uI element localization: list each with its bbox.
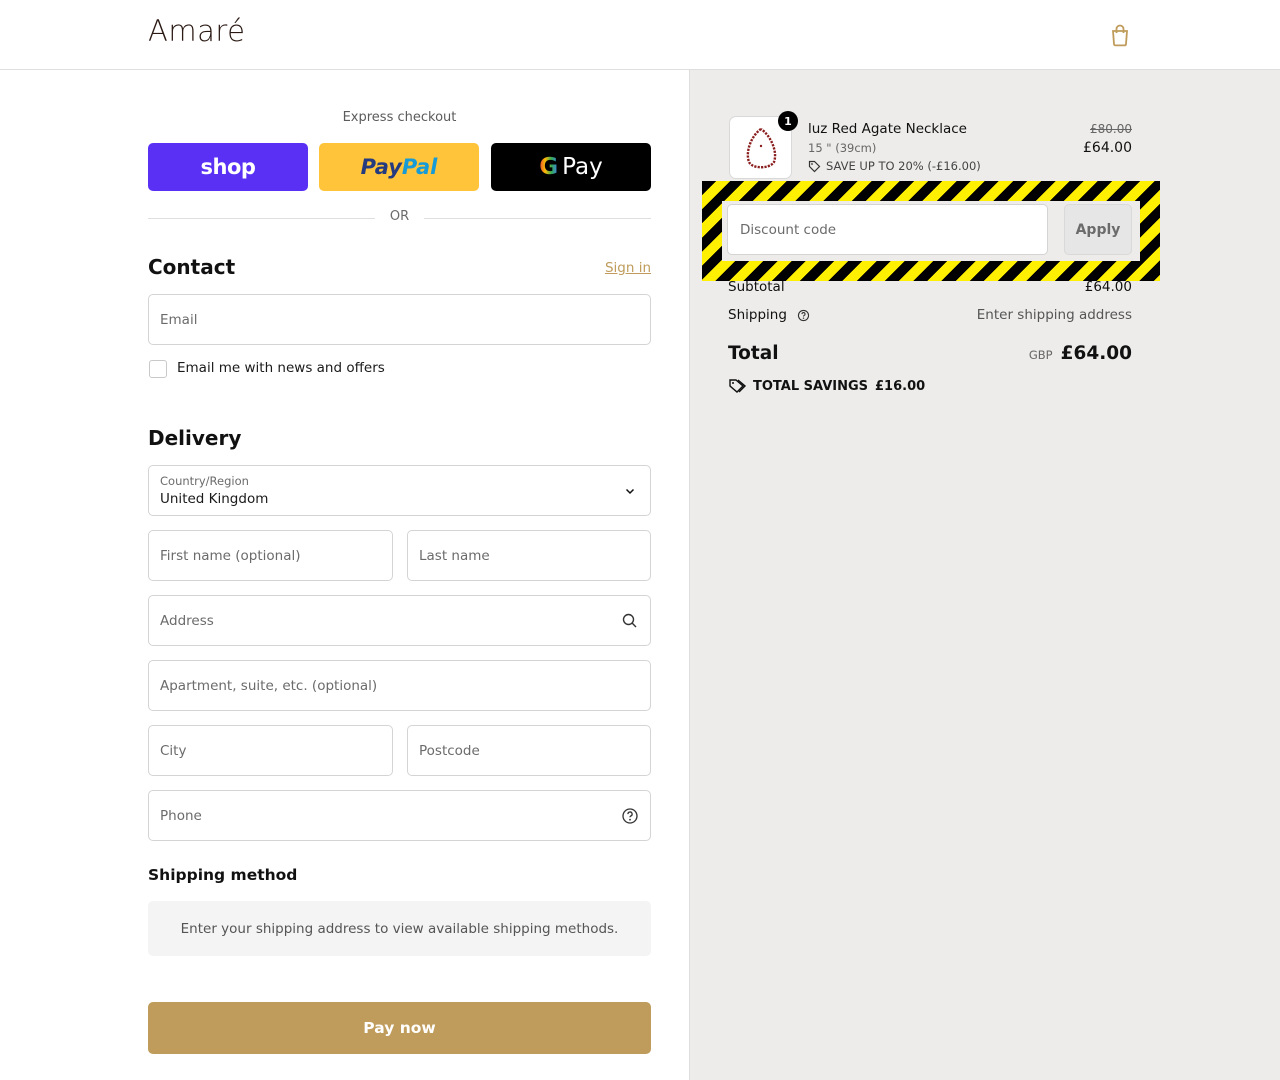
help-circle-icon[interactable] (621, 807, 639, 825)
phone-field[interactable]: Phone (148, 790, 651, 841)
product-variant: 15 " (39cm) (808, 141, 877, 155)
header: Amaré (0, 0, 1280, 70)
shop-pay-label: shop (200, 155, 256, 179)
product-original-price: £80.00 (1090, 122, 1132, 136)
shop-pay-button[interactable]: shop (148, 143, 308, 191)
search-icon[interactable] (621, 612, 639, 630)
city-placeholder: City (160, 742, 187, 759)
last-name-field[interactable]: Last name (407, 530, 651, 581)
quantity-badge: 1 (778, 111, 798, 131)
paypal-label-part1: Pay (360, 155, 402, 179)
country-label: Country/Region (160, 474, 249, 488)
postcode-placeholder: Postcode (419, 742, 480, 759)
apply-button[interactable]: Apply (1064, 204, 1132, 255)
email-placeholder: Email (160, 311, 198, 328)
product-name: luz Red Agate Necklace (808, 121, 967, 137)
apply-label: Apply (1075, 221, 1121, 238)
tags-icon (729, 379, 746, 393)
country-value: United Kingdom (160, 491, 269, 507)
or-divider: OR (148, 209, 651, 227)
shipping-row: Shipping Enter shipping address (728, 307, 1132, 323)
tag-icon (808, 160, 821, 172)
pay-now-label: Pay now (363, 1019, 436, 1037)
total-savings-label: TOTAL SAVINGS (753, 378, 869, 394)
country-select[interactable]: Country/Region United Kingdom (148, 465, 651, 516)
express-checkout-label: Express checkout (342, 110, 457, 125)
email-field[interactable]: Email (148, 294, 651, 345)
product-savings-text: SAVE UP TO 20% (-£16.00) (826, 159, 981, 173)
total-savings: TOTAL SAVINGS £16.00 (728, 378, 925, 394)
last-name-placeholder: Last name (419, 547, 490, 564)
shipping-value: Enter shipping address (976, 307, 1132, 323)
total-savings-value: £16.00 (875, 378, 926, 394)
contact-heading: Contact (148, 255, 236, 279)
google-pay-button[interactable]: G Pay (491, 143, 651, 191)
shopping-bag-icon[interactable] (1109, 23, 1131, 47)
or-label: OR (389, 209, 410, 224)
chevron-down-icon (625, 488, 635, 495)
newsletter-label: Email me with news and offers (177, 360, 385, 376)
first-name-field[interactable]: First name (optional) (148, 530, 393, 581)
apartment-placeholder: Apartment, suite, etc. (optional) (160, 677, 378, 694)
paypal-label-part2: Pal (401, 155, 438, 179)
shipping-method-notice: Enter your shipping address to view avai… (148, 901, 651, 956)
currency-code: GBP (1028, 348, 1053, 362)
pay-now-button[interactable]: Pay now (148, 1002, 651, 1054)
address-placeholder: Address (160, 612, 214, 629)
address-field[interactable]: Address (148, 595, 651, 646)
subtotal-row: Subtotal £64.00 (728, 279, 1132, 295)
brand-logo[interactable]: Amaré (148, 14, 246, 48)
total-value: £64.00 (1060, 343, 1132, 364)
product-price: £64.00 (1083, 140, 1132, 156)
first-name-placeholder: First name (optional) (160, 547, 301, 564)
total-row: Total GBP £64.00 (728, 343, 1132, 364)
apartment-field[interactable]: Apartment, suite, etc. (optional) (148, 660, 651, 711)
newsletter-checkbox[interactable] (149, 360, 167, 378)
shipping-method-message: Enter your shipping address to view avai… (180, 920, 619, 937)
google-g-icon: G (539, 154, 559, 180)
subtotal-label: Subtotal (728, 279, 785, 295)
discount-code-field[interactable]: Discount code (727, 204, 1048, 255)
google-pay-label: Pay (562, 154, 603, 180)
help-circle-icon[interactable] (797, 309, 810, 322)
phone-placeholder: Phone (160, 807, 202, 824)
delivery-heading: Delivery (148, 426, 242, 450)
shipping-method-heading: Shipping method (148, 866, 298, 884)
discount-code-placeholder: Discount code (740, 221, 837, 238)
total-label: Total (728, 343, 779, 364)
city-field[interactable]: City (148, 725, 393, 776)
product-savings: SAVE UP TO 20% (-£16.00) (808, 159, 981, 173)
sign-in-link[interactable]: Sign in (560, 260, 651, 276)
shipping-label: Shipping (728, 307, 787, 323)
paypal-button[interactable]: Pay Pal (319, 143, 479, 191)
postcode-field[interactable]: Postcode (407, 725, 651, 776)
subtotal-value: £64.00 (1084, 279, 1132, 295)
